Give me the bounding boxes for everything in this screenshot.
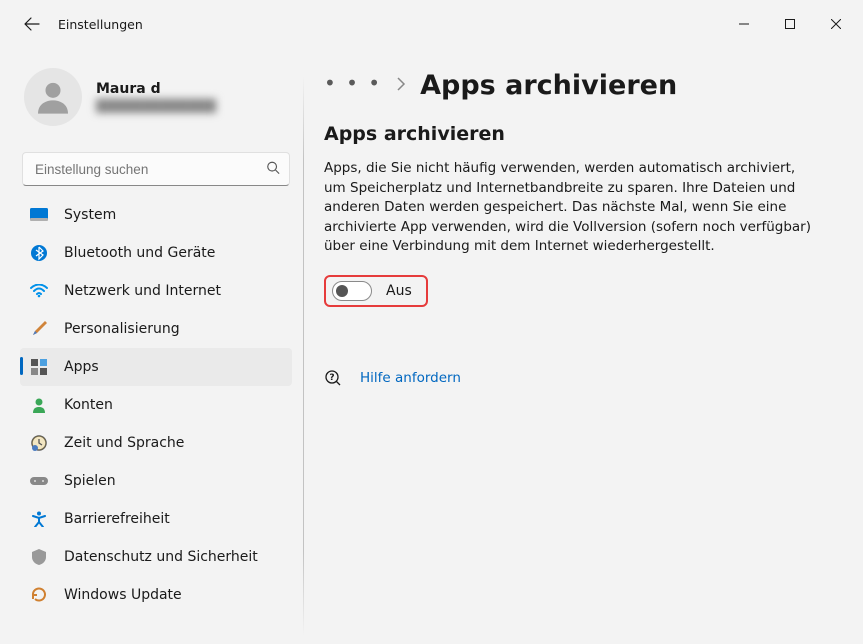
archive-toggle-row: Aus xyxy=(324,275,817,307)
nav-label: Apps xyxy=(64,359,99,375)
nav-label: Windows Update xyxy=(64,587,182,603)
nav-label: Personalisierung xyxy=(64,321,180,337)
nav-item-accessibility[interactable]: Barrierefreiheit xyxy=(20,500,292,538)
profile-text: Maura d █████████████ xyxy=(96,81,216,113)
page-title: Apps archivieren xyxy=(420,70,677,101)
help-row[interactable]: ? Hilfe anfordern xyxy=(324,369,817,387)
apps-icon xyxy=(30,358,48,376)
toggle-knob xyxy=(336,285,348,297)
search-input[interactable] xyxy=(22,152,290,186)
breadcrumb-overflow[interactable]: • • • xyxy=(324,71,382,101)
avatar xyxy=(24,68,82,126)
minimize-button[interactable] xyxy=(721,8,767,40)
accessibility-icon xyxy=(30,510,48,528)
nav-list: System Bluetooth und Geräte Netzwerk und… xyxy=(20,196,292,614)
archive-toggle[interactable] xyxy=(332,281,372,301)
back-button[interactable] xyxy=(12,4,52,44)
arrow-left-icon xyxy=(24,16,40,32)
shield-icon xyxy=(30,548,48,566)
toggle-state-label: Aus xyxy=(386,283,412,299)
nav-label: Konten xyxy=(64,397,113,413)
wifi-icon xyxy=(30,282,48,300)
brush-icon xyxy=(30,320,48,338)
clock-icon xyxy=(30,434,48,452)
window-title: Einstellungen xyxy=(58,17,143,32)
svg-text:?: ? xyxy=(329,373,334,383)
content-area: • • • Apps archivieren Apps archivieren … xyxy=(304,48,863,644)
nav-item-accounts[interactable]: Konten xyxy=(20,386,292,424)
nav-label: Netzwerk und Internet xyxy=(64,283,221,299)
nav-label: Datenschutz und Sicherheit xyxy=(64,549,258,565)
gamepad-icon xyxy=(30,472,48,490)
nav-label: System xyxy=(64,207,116,223)
nav-item-system[interactable]: System xyxy=(20,196,292,234)
nav-item-apps[interactable]: Apps xyxy=(20,348,292,386)
nav-label: Zeit und Sprache xyxy=(64,435,184,451)
nav-item-time[interactable]: Zeit und Sprache xyxy=(20,424,292,462)
nav-item-bluetooth[interactable]: Bluetooth und Geräte xyxy=(20,234,292,272)
nav-label: Bluetooth und Geräte xyxy=(64,245,215,261)
window-controls xyxy=(721,8,859,40)
nav-item-personalisation[interactable]: Personalisierung xyxy=(20,310,292,348)
highlight-box: Aus xyxy=(324,275,428,307)
bluetooth-icon xyxy=(30,244,48,262)
section-title: Apps archivieren xyxy=(324,123,817,145)
nav-item-network[interactable]: Netzwerk und Internet xyxy=(20,272,292,310)
breadcrumb: • • • Apps archivieren xyxy=(324,70,817,101)
close-button[interactable] xyxy=(813,8,859,40)
system-icon xyxy=(30,206,48,224)
nav-label: Spielen xyxy=(64,473,116,489)
titlebar: Einstellungen xyxy=(0,0,863,48)
maximize-button[interactable] xyxy=(767,8,813,40)
sidebar: Maura d █████████████ System Bluetooth u… xyxy=(0,48,304,644)
nav-item-update[interactable]: Windows Update xyxy=(20,576,292,614)
user-email: █████████████ xyxy=(96,99,216,113)
search-icon xyxy=(266,160,280,179)
person-icon xyxy=(33,77,73,117)
search-box xyxy=(22,152,290,186)
help-icon: ? xyxy=(324,369,342,387)
person-icon xyxy=(30,396,48,414)
chevron-right-icon xyxy=(396,76,406,95)
update-icon xyxy=(30,586,48,604)
nav-item-gaming[interactable]: Spielen xyxy=(20,462,292,500)
help-link[interactable]: Hilfe anfordern xyxy=(360,370,461,386)
section-description: Apps, die Sie nicht häufig verwenden, we… xyxy=(324,159,817,257)
nav-item-privacy[interactable]: Datenschutz und Sicherheit xyxy=(20,538,292,576)
user-name: Maura d xyxy=(96,81,216,97)
user-profile[interactable]: Maura d █████████████ xyxy=(20,48,292,144)
nav-label: Barrierefreiheit xyxy=(64,511,170,527)
